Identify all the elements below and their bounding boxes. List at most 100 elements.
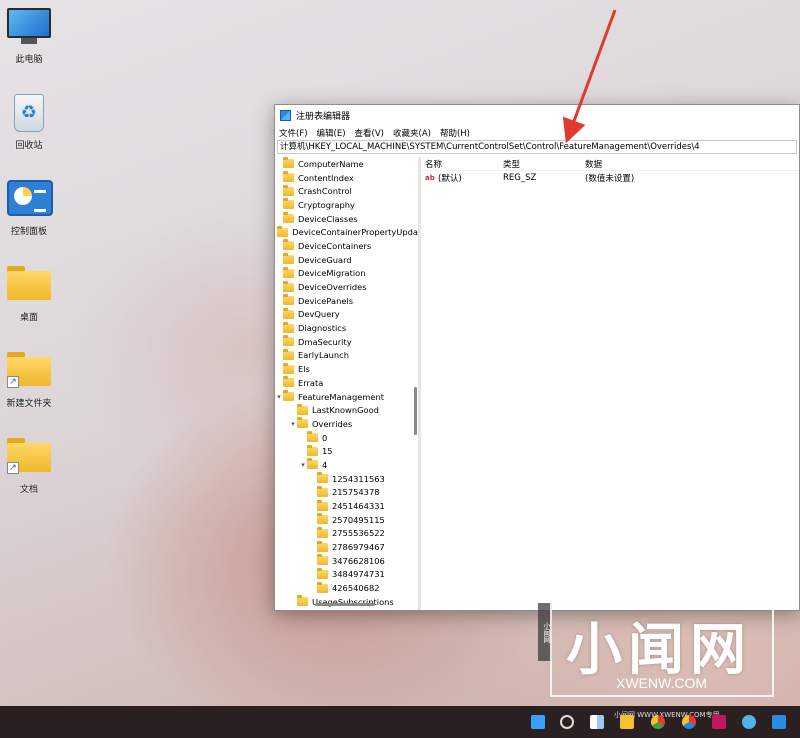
tree-node-label: DeviceGuard bbox=[298, 254, 352, 265]
tree-node[interactable]: 3484974731 bbox=[275, 567, 418, 582]
desktop-icon-label: 此电脑 bbox=[15, 55, 43, 65]
network-icon[interactable] bbox=[742, 715, 756, 729]
tree-vertical-scrollbar[interactable] bbox=[414, 387, 417, 435]
tree-node-label: 426540682 bbox=[332, 583, 380, 594]
folder-icon bbox=[283, 253, 294, 265]
value-name-cell: ab (默认) bbox=[421, 172, 503, 185]
tree-node-label: 3476628106 bbox=[332, 555, 385, 566]
tree-node[interactable]: ▾ Overrides bbox=[275, 417, 418, 431]
column-header-data[interactable]: 数据 bbox=[585, 158, 799, 170]
folder-icon bbox=[283, 198, 294, 210]
tree-node[interactable]: LastKnownGood bbox=[275, 403, 418, 417]
desktop-icon-this-pc[interactable]: 此电脑 bbox=[4, 8, 54, 65]
tree-node-label: DeviceContainers bbox=[298, 240, 372, 251]
folder-icon bbox=[317, 567, 328, 579]
title-bar[interactable]: 注册表编辑器 bbox=[275, 105, 799, 125]
tree-node[interactable]: DeviceMigration bbox=[275, 266, 418, 281]
value-data: (数值未设置) bbox=[585, 174, 635, 184]
column-header-type[interactable]: 类型 bbox=[503, 158, 585, 170]
folder-icon bbox=[297, 403, 308, 415]
browser-icon[interactable] bbox=[682, 715, 696, 729]
folder-icon bbox=[317, 485, 328, 497]
value-name: (默认) bbox=[438, 174, 462, 184]
chevron-down-icon[interactable]: ▾ bbox=[275, 393, 283, 401]
menu-help[interactable]: 帮助(H) bbox=[440, 127, 470, 139]
tree-node[interactable]: EarlyLaunch bbox=[275, 348, 418, 363]
desktop-icon-new-folder[interactable]: ↗ 新建文件夹 bbox=[4, 352, 54, 409]
tree-node[interactable]: Errata bbox=[275, 376, 418, 390]
tree-node[interactable]: ComputerName bbox=[275, 157, 418, 171]
chrome-icon[interactable] bbox=[651, 715, 665, 729]
tree-node[interactable]: Els bbox=[275, 362, 418, 376]
folder-icon bbox=[283, 212, 294, 224]
registry-editor-taskbar-icon[interactable] bbox=[772, 715, 786, 729]
tree-node[interactable]: UsageSubscriptions bbox=[275, 595, 418, 609]
desktop-icon-desktop-folder[interactable]: 桌面 bbox=[4, 266, 54, 323]
tree-node-label: DeviceMigration bbox=[298, 268, 366, 279]
menu-edit[interactable]: 编辑(E) bbox=[317, 127, 346, 139]
tree-node-label: Overrides bbox=[312, 418, 353, 429]
tree-node[interactable]: ▾ FeatureManagement bbox=[275, 390, 418, 404]
tree-node[interactable]: 2755536522 bbox=[275, 526, 418, 541]
tree-node[interactable]: 15 bbox=[275, 444, 418, 458]
folder-icon bbox=[7, 266, 51, 306]
value-type: REG_SZ bbox=[503, 173, 537, 183]
column-header-name[interactable]: 名称 bbox=[421, 158, 503, 170]
recycle-bin-icon: ♻ bbox=[7, 94, 51, 134]
app-icon[interactable] bbox=[712, 715, 726, 729]
tree-node[interactable]: DmaSecurity bbox=[275, 335, 418, 349]
folder-icon bbox=[283, 171, 294, 183]
task-view-icon[interactable] bbox=[590, 715, 604, 729]
folder-icon bbox=[283, 376, 294, 388]
key-tree[interactable]: ComputerName ContentIndex CrashControl Cryp… bbox=[275, 157, 421, 610]
address-bar[interactable]: 计算机\HKEY_LOCAL_MACHINE\SYSTEM\CurrentCon… bbox=[277, 140, 797, 154]
folder-icon bbox=[283, 335, 294, 347]
desktop-icon-recycle-bin[interactable]: ♻ 回收站 bbox=[4, 94, 54, 151]
start-icon[interactable] bbox=[531, 715, 545, 729]
value-row[interactable]: ab (默认) REG_SZ (数值未设置) bbox=[421, 171, 799, 185]
tree-node[interactable]: DeviceClasses bbox=[275, 212, 418, 226]
tree-node[interactable]: CrashControl bbox=[275, 184, 418, 198]
tree-node[interactable]: 2570495115 bbox=[275, 513, 418, 527]
folder-icon bbox=[317, 499, 328, 511]
watermark-box: 小闻网 XWENW.COM bbox=[550, 593, 774, 697]
tree-node[interactable]: 426540682 bbox=[275, 581, 418, 595]
desktop-icon-control-panel[interactable]: 控制面板 bbox=[4, 180, 54, 237]
menu-view[interactable]: 查看(V) bbox=[355, 127, 384, 139]
tree-node[interactable]: 3476628106 bbox=[275, 554, 418, 568]
folder-icon bbox=[317, 581, 328, 593]
tree-node[interactable]: 2451464331 bbox=[275, 499, 418, 513]
folder-icon bbox=[283, 157, 294, 169]
tree-horizontal-scrollbar[interactable] bbox=[315, 603, 375, 606]
chevron-down-icon[interactable]: ▾ bbox=[299, 461, 307, 469]
tree-node[interactable]: DeviceOverrides bbox=[275, 280, 418, 294]
tree-node[interactable]: DevQuery bbox=[275, 307, 418, 322]
menu-file[interactable]: 文件(F) bbox=[279, 127, 308, 139]
file-explorer-icon[interactable] bbox=[620, 715, 634, 729]
folder-icon bbox=[283, 239, 294, 251]
tree-node-label: Cryptography bbox=[298, 199, 355, 210]
tree-node[interactable]: DeviceGuard bbox=[275, 253, 418, 267]
registry-editor-icon bbox=[280, 109, 291, 121]
search-icon[interactable] bbox=[560, 715, 574, 729]
tree-node[interactable]: ContentIndex bbox=[275, 171, 418, 185]
monitor-icon bbox=[7, 8, 51, 48]
tree-node[interactable]: Diagnostics bbox=[275, 321, 418, 335]
chevron-down-icon[interactable]: ▾ bbox=[289, 420, 297, 428]
tree-node[interactable]: DeviceContainers bbox=[275, 239, 418, 253]
folder-shortcut-icon: ↗ bbox=[7, 438, 51, 478]
tree-node[interactable]: 215754378 bbox=[275, 485, 418, 500]
tree-node-label: DevicePanels bbox=[298, 295, 354, 306]
tree-node[interactable]: DeviceContainerPropertyUpda bbox=[275, 225, 418, 239]
tree-node-label: 3484974731 bbox=[332, 569, 385, 580]
tree-node[interactable]: 2786979467 bbox=[275, 540, 418, 554]
tree-node[interactable]: ▾ 4 bbox=[275, 458, 418, 472]
tree-node-label: CrashControl bbox=[298, 186, 352, 197]
desktop-icon-documents[interactable]: ↗ 文档 bbox=[4, 438, 54, 495]
menu-favorites[interactable]: 收藏夹(A) bbox=[393, 127, 431, 139]
tree-node[interactable]: 1254311563 bbox=[275, 472, 418, 486]
tree-node[interactable]: 0 bbox=[275, 431, 418, 445]
tree-node-label: 1254311563 bbox=[332, 473, 385, 484]
tree-node[interactable]: DevicePanels bbox=[275, 294, 418, 308]
tree-node[interactable]: Cryptography bbox=[275, 198, 418, 212]
